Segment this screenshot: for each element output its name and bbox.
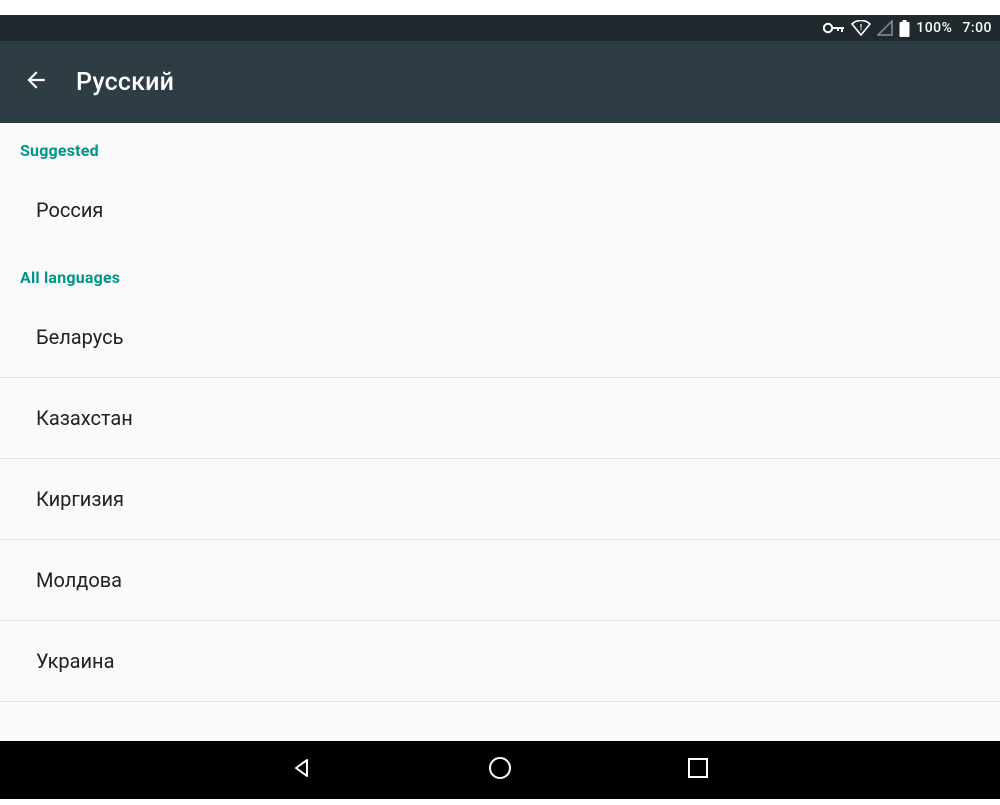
navigation-bar <box>0 741 1000 799</box>
list-item-label: Казахстан <box>36 406 133 430</box>
divider <box>0 701 1000 702</box>
nav-back-button[interactable] <box>278 746 326 794</box>
top-margin <box>0 0 1000 15</box>
section-all: All languages <box>0 250 1000 297</box>
list-item-label: Киргизия <box>36 487 124 511</box>
list-item-all-0[interactable]: Беларусь <box>0 297 1000 377</box>
circle-home-icon <box>487 755 513 785</box>
battery-percent: 100% <box>916 20 952 36</box>
battery-icon <box>899 20 910 37</box>
list-item-all-4[interactable]: Украина <box>0 621 1000 701</box>
back-button[interactable] <box>8 54 64 110</box>
bottom-margin <box>0 799 1000 805</box>
svg-text:!: ! <box>860 23 862 32</box>
wifi-icon: ! <box>851 20 871 36</box>
list-item-suggested-0[interactable]: Россия <box>0 170 1000 250</box>
status-time: 7:00 <box>962 20 992 36</box>
cellular-signal-icon <box>877 20 893 36</box>
triangle-back-icon <box>290 756 314 784</box>
list-item-all-1[interactable]: Казахстан <box>0 378 1000 458</box>
page-title: Русский <box>76 68 174 97</box>
arrow-back-icon <box>23 67 49 97</box>
list-item-all-3[interactable]: Молдова <box>0 540 1000 620</box>
list-item-label: Украина <box>36 649 114 673</box>
section-suggested: Suggested <box>0 123 1000 170</box>
app-bar: Русский <box>0 41 1000 123</box>
list-item-all-2[interactable]: Киргизия <box>0 459 1000 539</box>
content-scroll[interactable]: Suggested Россия All languages Беларусь … <box>0 123 1000 741</box>
nav-recent-button[interactable] <box>674 746 722 794</box>
list-item-label: Беларусь <box>36 325 123 349</box>
nav-home-button[interactable] <box>476 746 524 794</box>
vpn-key-icon <box>823 22 845 34</box>
square-recent-icon <box>687 757 709 783</box>
list-item-label: Россия <box>36 198 103 222</box>
list-item-label: Молдова <box>36 568 122 592</box>
status-bar: ! 100% 7:00 <box>0 15 1000 41</box>
